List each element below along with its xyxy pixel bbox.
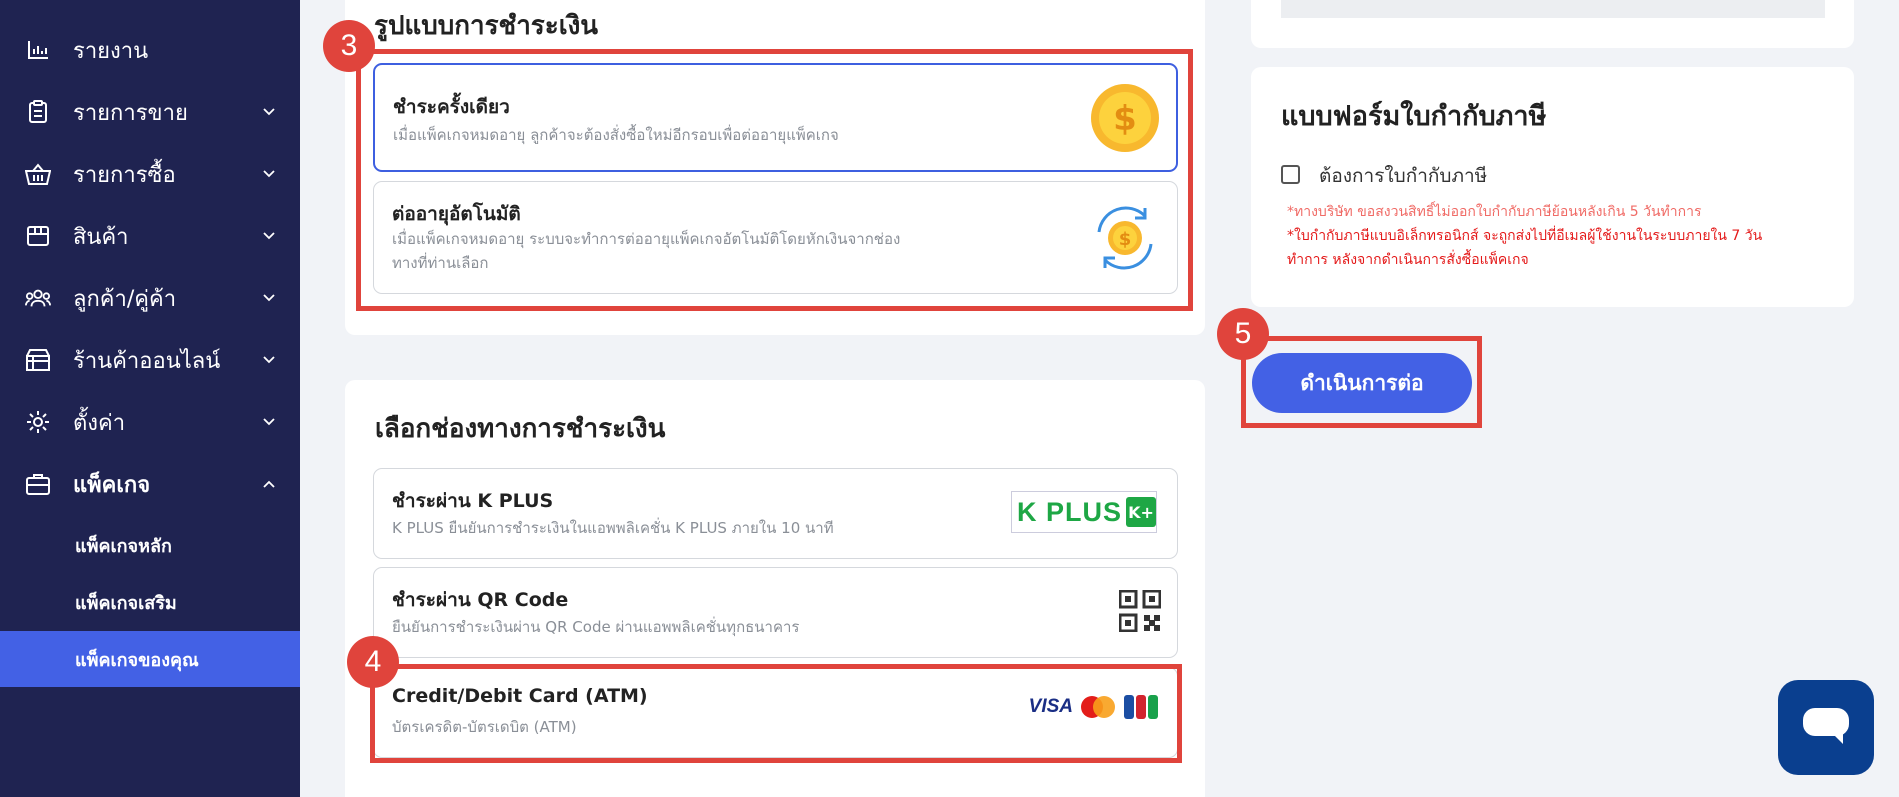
option-description: K PLUS ยืนยันการชำระเงินในแอพพลิเคชั่น K… xyxy=(392,519,834,537)
summary-field xyxy=(1281,0,1825,18)
recurring-coin-icon: $ xyxy=(1089,202,1161,278)
briefcase-icon xyxy=(25,471,51,497)
option-description: ยืนยันการชำระเงินผ่าน QR Code ผ่านแอพพลิ… xyxy=(392,618,800,636)
payment-type-title: รูปแบบการชำระเงิน xyxy=(374,11,599,41)
option-title: ต่ออายุอัตโนมัติ xyxy=(392,203,521,225)
chat-button[interactable] xyxy=(1778,680,1874,775)
sidebar-subitem-label: แพ็คเกจหลัก xyxy=(75,535,172,557)
kplus-logo-badge: K+ xyxy=(1126,497,1156,527)
payment-channel-qr[interactable]: ชำระผ่าน QR Code ยืนยันการชำระเงินผ่าน Q… xyxy=(373,567,1178,658)
sidebar-subitem-main-package[interactable]: แพ็คเกจหลัก xyxy=(0,517,300,573)
sidebar-item-label: รายการขาย xyxy=(73,100,188,126)
visa-logo: VISA xyxy=(1028,696,1073,717)
chevron-down-icon xyxy=(262,229,276,243)
sidebar-item-purchases[interactable]: รายการซื้อ xyxy=(0,143,300,205)
payment-option-auto-renew[interactable]: ต่ออายุอัตโนมัติ เมื่อแพ็คเกจหมดอายุ ระบ… xyxy=(373,181,1178,294)
chevron-up-icon xyxy=(262,477,276,491)
payment-channel-card-atm[interactable]: Credit/Debit Card (ATM) บัตรเครดิต-บัตรเ… xyxy=(373,667,1178,758)
box-icon xyxy=(25,223,51,249)
card-logos: VISA xyxy=(1029,694,1159,720)
sidebar-item-report[interactable]: รายงาน xyxy=(0,19,300,81)
bar-chart-icon xyxy=(25,37,51,63)
option-title: ชำระผ่าน QR Code xyxy=(392,589,569,611)
tax-invoice-checkbox[interactable] xyxy=(1281,165,1300,184)
tax-invoice-title: แบบฟอร์มใบกำกับภาษี xyxy=(1281,101,1547,132)
sidebar-subitem-label: แพ็คเกจของคุณ xyxy=(75,649,199,671)
dollar-coin-icon: $ xyxy=(1090,83,1160,157)
chevron-down-icon xyxy=(262,105,276,119)
tax-invoice-note-2-line1: *ใบกำกับภาษีแบบอิเล็กทรอนิกส์ จะถูกส่งไป… xyxy=(1287,228,1763,244)
tax-invoice-card: แบบฟอร์มใบกำกับภาษี ต้องการใบกำกับภาษี *… xyxy=(1251,67,1854,307)
option-description: เมื่อแพ็คเกจหมดอายุ ลูกค้าจะต้องสั่งซื้อ… xyxy=(393,126,839,144)
chevron-down-icon xyxy=(262,415,276,429)
option-title: Credit/Debit Card (ATM) xyxy=(392,685,648,707)
svg-text:$: $ xyxy=(1119,229,1132,250)
mastercard-logo xyxy=(1081,696,1115,718)
tax-invoice-note-1: *ทางบริษัท ขอสงวนสิทธิ์ไม่ออกใบกำกับภาษี… xyxy=(1287,204,1702,220)
sidebar-item-customers[interactable]: ลูกค้า/คู่ค้า xyxy=(0,267,300,329)
tax-invoice-checkbox-label: ต้องการใบกำกับภาษี xyxy=(1319,165,1488,187)
sidebar-subitem-addon-package[interactable]: แพ็คเกจเสริม xyxy=(0,574,300,630)
payment-channel-kplus[interactable]: ชำระผ่าน K PLUS K PLUS ยืนยันการชำระเงิน… xyxy=(373,468,1178,559)
sidebar-item-package[interactable]: แพ็คเกจ xyxy=(0,453,300,515)
sidebar-item-products[interactable]: สินค้า xyxy=(0,205,300,267)
chevron-down-icon xyxy=(262,291,276,305)
payment-option-one-time[interactable]: ชำระครั้งเดียว เมื่อแพ็คเกจหมดอายุ ลูกค้… xyxy=(373,63,1178,172)
option-title: ชำระผ่าน K PLUS xyxy=(392,490,554,512)
option-description: บัตรเครดิต-บัตรเดบิต (ATM) xyxy=(392,718,577,736)
chevron-down-icon xyxy=(262,353,276,367)
store-icon xyxy=(25,347,51,373)
basket-icon xyxy=(25,161,51,187)
sidebar-subitem-label: แพ็คเกจเสริม xyxy=(75,592,177,614)
svg-text:$: $ xyxy=(1113,99,1137,139)
step-badge-5: 5 xyxy=(1217,308,1269,360)
sidebar-item-label: ลูกค้า/คู่ค้า xyxy=(73,286,177,312)
sidebar-item-label: ร้านค้าออนไลน์ xyxy=(73,348,221,374)
sidebar-item-label: รายการซื้อ xyxy=(73,162,176,188)
payment-channel-title: เลือกช่องทางการชำระเงิน xyxy=(375,414,666,444)
sidebar-item-settings[interactable]: ตั้งค่า xyxy=(0,391,300,453)
chat-bubble-icon xyxy=(1801,704,1851,752)
sidebar-subitem-your-package[interactable]: แพ็คเกจของคุณ xyxy=(0,631,300,687)
step-badge-4: 4 xyxy=(347,636,399,688)
sidebar-item-label: แพ็คเกจ xyxy=(73,472,151,498)
chevron-down-icon xyxy=(262,167,276,181)
continue-button[interactable]: ดำเนินการต่อ xyxy=(1252,353,1472,413)
option-title: ชำระครั้งเดียว xyxy=(393,96,510,118)
sidebar-item-online-store[interactable]: ร้านค้าออนไลน์ xyxy=(0,329,300,391)
sidebar-item-label: ตั้งค่า xyxy=(73,410,126,436)
option-description-line2: ทางที่ท่านเลือก xyxy=(392,254,489,272)
sidebar-item-sales[interactable]: รายการขาย xyxy=(0,81,300,143)
kplus-logo: K PLUS K+ xyxy=(1011,491,1157,533)
gear-icon xyxy=(25,409,51,435)
qr-code-icon xyxy=(1118,589,1162,636)
sidebar: รายงาน รายการขาย รายการซื้อ สินค้า ลูกค้… xyxy=(0,0,300,797)
clipboard-icon xyxy=(25,99,51,125)
jcb-logo xyxy=(1124,695,1158,719)
sidebar-item-label: รายงาน xyxy=(73,38,149,64)
step-badge-3: 3 xyxy=(323,20,375,72)
option-description-line1: เมื่อแพ็คเกจหมดอายุ ระบบจะทำการต่ออายุแพ… xyxy=(392,230,901,248)
kplus-logo-text: K PLUS xyxy=(1017,496,1123,527)
sidebar-item-label: สินค้า xyxy=(73,224,129,250)
order-summary-card xyxy=(1251,0,1854,48)
tax-invoice-note-2-line2: ทำการ หลังจากดำเนินการสั่งซื้อแพ็คเกจ xyxy=(1287,252,1529,268)
users-icon xyxy=(25,285,51,311)
